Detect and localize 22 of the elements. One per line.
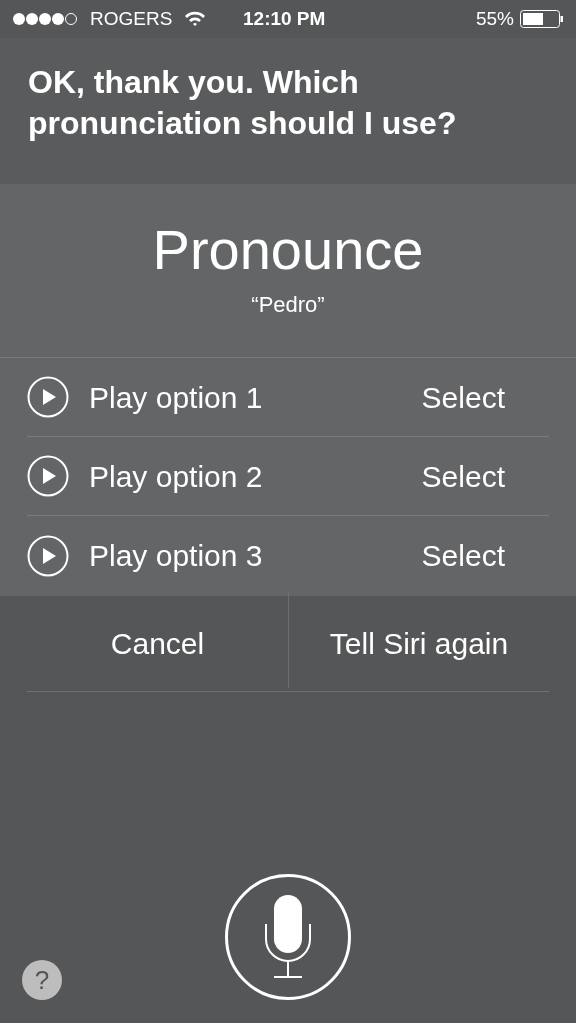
play-icon bbox=[27, 455, 69, 497]
microphone-button[interactable] bbox=[225, 874, 351, 1000]
microphone-icon bbox=[264, 895, 312, 979]
siri-prompt-text: OK, thank you. Which pronunciation should I use? bbox=[28, 63, 458, 143]
play-icon bbox=[27, 534, 69, 577]
play-icon bbox=[27, 376, 69, 418]
carrier-name: ROGERS bbox=[90, 6, 173, 31]
help-button[interactable]: ? bbox=[22, 960, 62, 1000]
cancel-button[interactable]: Cancel bbox=[27, 596, 288, 691]
wifi-icon bbox=[184, 11, 207, 27]
play-option-button[interactable]: Play option 3 bbox=[27, 533, 263, 578]
battery-icon bbox=[520, 10, 564, 28]
battery-percentage: 55% bbox=[475, 6, 514, 31]
select-button[interactable]: Select bbox=[421, 533, 505, 578]
select-button[interactable]: Select bbox=[421, 374, 505, 420]
tell-siri-again-button[interactable]: Tell Siri again bbox=[289, 596, 549, 691]
card-title: Pronounce bbox=[152, 217, 424, 283]
play-option-button[interactable]: Play option 1 bbox=[27, 374, 263, 420]
card-subtitle: “Pedro” bbox=[251, 291, 325, 319]
select-button[interactable]: Select bbox=[421, 453, 505, 499]
status-time: 12:10 PM bbox=[243, 6, 326, 31]
play-option-button[interactable]: Play option 2 bbox=[27, 453, 263, 499]
